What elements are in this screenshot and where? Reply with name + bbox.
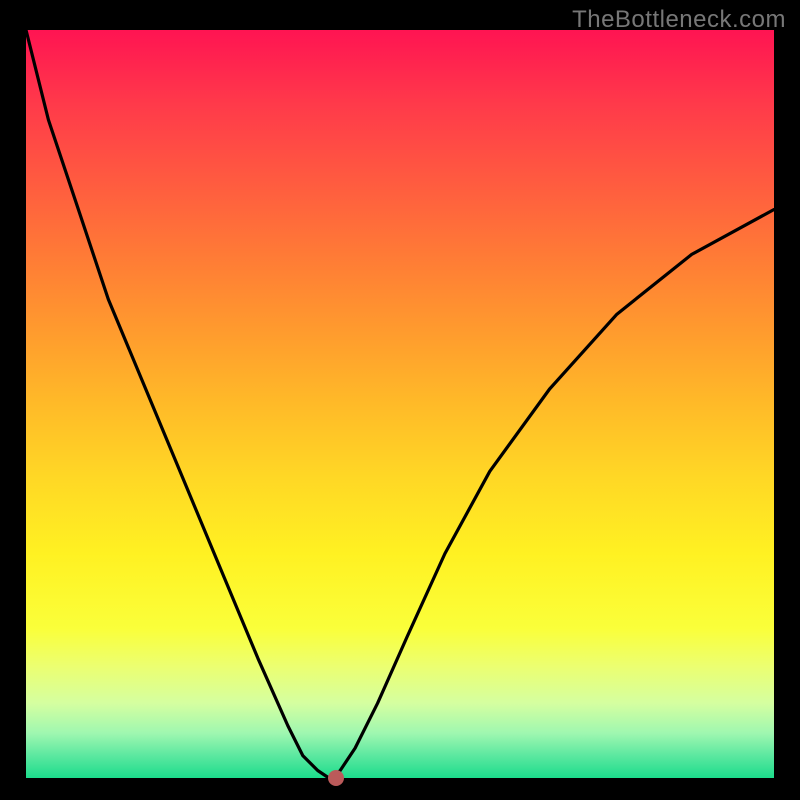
plot-area	[26, 30, 774, 778]
watermark-text: TheBottleneck.com	[572, 6, 786, 34]
minimum-marker-icon	[328, 770, 344, 786]
curve-svg	[26, 30, 774, 778]
chart-frame: TheBottleneck.com	[0, 0, 800, 800]
bottleneck-curve	[26, 30, 774, 778]
